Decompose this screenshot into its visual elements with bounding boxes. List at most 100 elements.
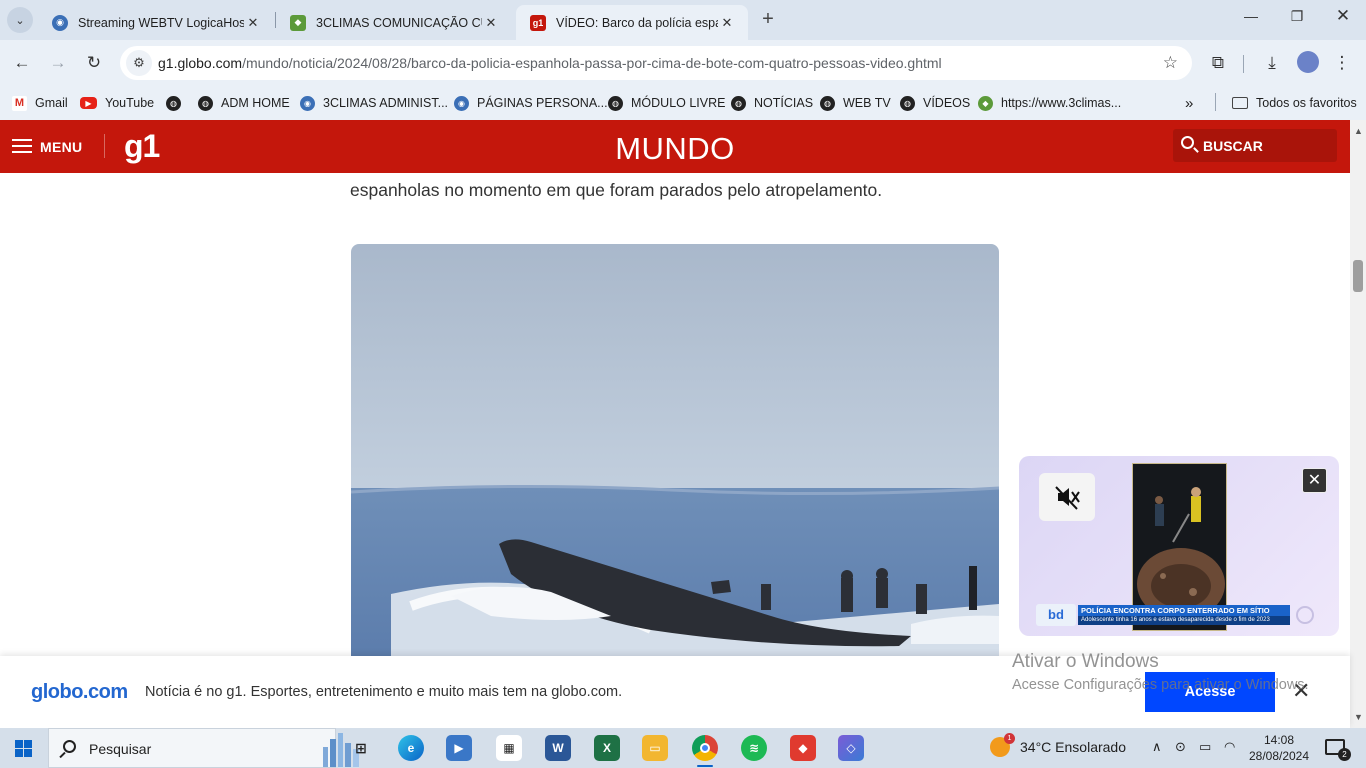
globe-icon: ◍ xyxy=(608,95,623,111)
bookmark-videos[interactable]: ◍ VÍDEOS xyxy=(900,93,970,113)
toolbar-divider xyxy=(1243,55,1244,73)
download-icon[interactable]: ⤓ xyxy=(1260,51,1284,75)
muted-speaker-icon xyxy=(1055,486,1080,510)
anydesk-icon[interactable]: ◆ xyxy=(790,735,816,761)
edge-browser-icon[interactable]: e xyxy=(398,735,424,761)
scroll-up-arrow-icon[interactable]: ▲ xyxy=(1354,126,1363,136)
minimize-icon[interactable]: — xyxy=(1228,8,1274,24)
new-tab-plus-icon[interactable]: + xyxy=(758,9,778,29)
tab-search-button[interactable]: ⌄ xyxy=(7,7,33,33)
bookmark-3climas-admin[interactable]: ◉ 3CLIMAS ADMINIST... xyxy=(300,93,448,113)
sun-weather-icon: 1 xyxy=(990,733,1015,757)
restore-icon[interactable]: ❐ xyxy=(1274,8,1320,25)
acesse-button[interactable]: Acesse xyxy=(1145,672,1275,712)
banner-message: Notícia é no g1. Esportes, entreteniment… xyxy=(145,684,623,700)
globe-icon: ◍ xyxy=(198,95,213,111)
wifi-icon[interactable]: ◠ xyxy=(1224,739,1235,755)
floating-video-player[interactable]: bd POLÍCIA ENCONTRA CORPO ENTERRADO EM S… xyxy=(1019,456,1339,636)
forward-arrow-icon[interactable]: → xyxy=(46,51,70,75)
reload-icon[interactable]: ↻ xyxy=(82,51,106,75)
scrollbar-thumb[interactable] xyxy=(1353,260,1363,292)
site-settings-icon[interactable]: ⚙ xyxy=(126,50,152,76)
site-icon: ◉ xyxy=(454,95,469,111)
lower-third-headline: POLÍCIA ENCONTRA CORPO ENTERRADO EM SÍTI… xyxy=(1078,605,1290,616)
microsoft-store-icon[interactable]: ▦ xyxy=(496,735,522,761)
chevron-down-icon: ⌄ xyxy=(15,14,25,27)
close-tab-icon[interactable]: ✕ xyxy=(482,15,500,31)
section-title[interactable]: MUNDO xyxy=(0,131,1350,167)
word-icon[interactable]: W xyxy=(545,735,571,761)
taskbar-search-box[interactable]: Pesquisar xyxy=(48,728,359,768)
file-explorer-icon[interactable]: ▭ xyxy=(642,735,668,761)
more-menu-icon[interactable]: ⋮ xyxy=(1330,51,1354,75)
unmute-button[interactable] xyxy=(1039,473,1095,521)
site-icon: ◆ xyxy=(290,14,306,31)
more-bookmarks-chevron-icon[interactable]: » xyxy=(1185,93,1193,113)
close-icon[interactable]: ✕ xyxy=(1302,468,1327,493)
globo-promo-banner: globo.com Notícia é no g1. Esportes, ent… xyxy=(0,656,1350,728)
loading-ring-icon xyxy=(1296,606,1314,624)
browser-toolbar: ← → ↻ ⚙ g1.globo.com/mundo/noticia/2024/… xyxy=(0,40,1366,86)
extensions-puzzle-icon[interactable]: ⧉ xyxy=(1206,51,1230,75)
globo-logo[interactable]: globo.com xyxy=(31,681,128,704)
tab-streaming-webtv[interactable]: ◉ Streaming WEBTV LogicaHost - ✕ xyxy=(38,5,274,40)
bookmarks-bar: M Gmail ▶ YouTube ◍ ◍ ADM HOME ◉ 3CLIMAS… xyxy=(0,86,1366,120)
bd-logo: bd xyxy=(1036,604,1076,626)
task-view-icon[interactable]: ⊞ xyxy=(348,735,374,761)
news-lower-third: bd POLÍCIA ENCONTRA CORPO ENTERRADO EM S… xyxy=(1036,604,1322,626)
tab-g1-video[interactable]: g1 VÍDEO: Barco da polícia espanh ✕ xyxy=(516,5,748,40)
close-icon[interactable]: ✕ xyxy=(1292,680,1310,702)
bookmark-adm-home[interactable]: ◍ ADM HOME xyxy=(198,93,290,113)
meet-camera-icon[interactable]: ⊙ xyxy=(1175,739,1186,755)
bookmark-noticias[interactable]: ◍ NOTÍCIAS xyxy=(731,93,813,113)
bookmark-web-tv[interactable]: ◍ WEB TV xyxy=(820,93,891,113)
page-scrollbar[interactable]: ▲ ▼ xyxy=(1350,120,1366,728)
youtube-icon: ▶ xyxy=(80,97,97,109)
close-tab-icon[interactable]: ✕ xyxy=(718,15,736,31)
g1-favicon-icon: g1 xyxy=(530,14,546,31)
bookmark-modulo-livre[interactable]: ◍ MÓDULO LIVRE xyxy=(608,93,725,113)
address-url[interactable]: g1.globo.com/mundo/noticia/2024/08/28/ba… xyxy=(158,55,942,71)
search-button[interactable]: BUSCAR xyxy=(1173,129,1337,162)
globe-icon: ◍ xyxy=(900,95,915,111)
gmail-icon: M xyxy=(12,95,27,111)
chrome-icon[interactable] xyxy=(692,735,718,761)
spotify-icon[interactable]: ≋ xyxy=(741,735,767,761)
globe-icon: ◍ xyxy=(820,95,835,111)
window-close-icon[interactable]: ✕ xyxy=(1320,6,1366,26)
chevron-up-icon[interactable]: ∧ xyxy=(1152,739,1162,755)
bookmark-star-icon[interactable]: ☆ xyxy=(1163,53,1178,73)
article-paragraph: espanholas no momento em que foram parad… xyxy=(350,180,883,200)
excel-icon[interactable]: X xyxy=(594,735,620,761)
bookmark-gmail[interactable]: M Gmail xyxy=(12,93,68,113)
g1-site-header: MENU g1 MUNDO BUSCAR xyxy=(0,120,1350,173)
site-icon: ◆ xyxy=(978,95,993,111)
back-arrow-icon[interactable]: ← xyxy=(10,51,34,75)
close-tab-icon[interactable]: ✕ xyxy=(244,15,262,31)
lower-third-subheadline: Adolescente tinha 16 anos e estava desap… xyxy=(1078,616,1290,625)
address-bar[interactable]: ⚙ g1.globo.com/mundo/noticia/2024/08/28/… xyxy=(120,46,1192,80)
search-icon xyxy=(1181,136,1194,149)
video-frame-boat xyxy=(351,244,999,674)
browser-tab-strip: ⌄ ◉ Streaming WEBTV LogicaHost - ✕ ◆ 3CL… xyxy=(0,0,1366,40)
scroll-down-arrow-icon[interactable]: ▼ xyxy=(1354,712,1363,722)
bookmark-globe[interactable]: ◍ xyxy=(166,93,189,113)
all-bookmarks-folder[interactable]: Todos os favoritos xyxy=(1232,93,1357,113)
windows-start-icon[interactable] xyxy=(15,740,32,757)
battery-icon[interactable]: ▭ xyxy=(1199,739,1211,755)
profile-avatar-icon[interactable] xyxy=(1297,51,1319,73)
windows-taskbar: Pesquisar ⊞ e ▶ ▦ W X ▭ ≋ ◆ ◇ 1 34°C Ens… xyxy=(0,728,1366,768)
globe-icon: ◍ xyxy=(731,95,746,111)
media-player-icon[interactable]: ▶ xyxy=(446,735,472,761)
article-video[interactable] xyxy=(351,244,999,674)
notifications-icon[interactable]: 2 xyxy=(1325,739,1351,761)
bookmarks-divider xyxy=(1215,93,1216,111)
copilot-icon[interactable]: ◇ xyxy=(838,735,864,761)
bookmark-paginas[interactable]: ◉ PÁGINAS PERSONA... xyxy=(454,93,608,113)
weather-widget[interactable]: 1 34°C Ensolarado xyxy=(990,733,1126,757)
tab-3climas[interactable]: ◆ 3CLIMAS COMUNICAÇÃO CULTU ✕ xyxy=(276,5,512,40)
bookmark-youtube[interactable]: ▶ YouTube xyxy=(80,93,154,113)
bookmark-3climas-url[interactable]: ◆ https://www.3climas... xyxy=(978,93,1121,113)
globe-icon: ◍ xyxy=(166,95,181,111)
system-clock[interactable]: 14:08 28/08/2024 xyxy=(1248,732,1310,764)
